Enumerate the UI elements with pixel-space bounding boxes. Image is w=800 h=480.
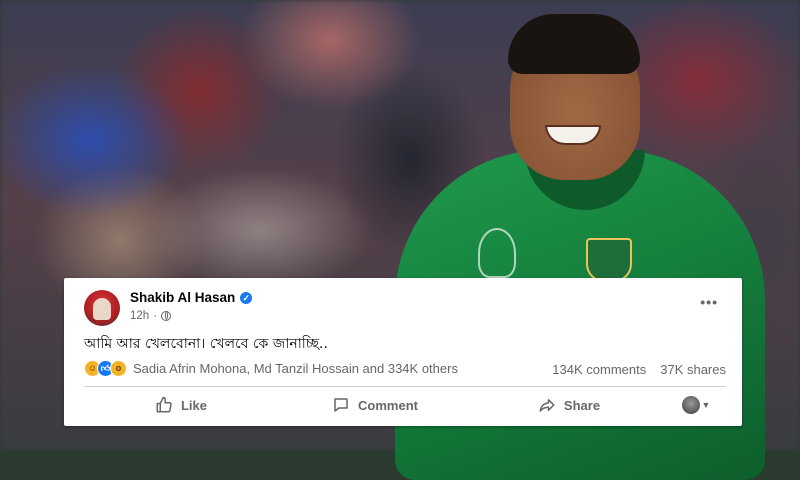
verified-badge-icon: ✓: [240, 291, 253, 304]
comment-button[interactable]: Comment: [278, 390, 472, 420]
wow-icon: o: [110, 360, 127, 377]
avatar-face: [93, 298, 111, 320]
share-button[interactable]: Share: [472, 390, 666, 420]
audience-avatar: [681, 396, 700, 414]
caret-down-icon: ▼: [701, 400, 711, 410]
post-header: Shakib Al Hasan ✓: [130, 290, 253, 305]
thumbs-up-icon: [156, 396, 172, 413]
reaction-summary[interactable]: ☺ 👍︎ o Sadia Afrin Mohona, Md Tanzil Hos…: [84, 360, 458, 377]
comment-label: Comment: [358, 397, 418, 413]
post-timestamp[interactable]: 12h: [130, 310, 149, 322]
share-icon: [539, 399, 555, 412]
reaction-names: Sadia Afrin Mohona, Md Tanzil Hossain an…: [133, 361, 458, 376]
player-hair: [508, 14, 640, 74]
shares-count[interactable]: 37K shares: [660, 362, 726, 377]
more-options-icon[interactable]: •••: [700, 294, 718, 310]
divider: [84, 386, 726, 387]
audience-selector[interactable]: ▼: [666, 390, 726, 420]
post-meta: 12h ·: [130, 310, 172, 322]
world-cup-logo: [478, 228, 516, 278]
like-label: Like: [180, 397, 207, 413]
post-actions: Like Comment Share ▼: [84, 390, 726, 420]
comments-count[interactable]: 134K comments: [552, 362, 646, 377]
globe-icon: [161, 311, 172, 321]
comment-icon: [334, 398, 348, 412]
team-crest: [586, 238, 632, 282]
like-button[interactable]: Like: [84, 390, 278, 420]
facebook-post-card: Shakib Al Hasan ✓ 12h · ••• আমি আর খেলবো…: [64, 278, 742, 426]
author-avatar[interactable]: [84, 290, 120, 326]
post-text: আমি আর খেলবোনা। খেলবে কে জানাচ্ছি..: [84, 336, 328, 352]
share-label: Share: [563, 397, 601, 413]
author-name[interactable]: Shakib Al Hasan: [130, 290, 235, 305]
engagement-counts: 134K comments 37K shares: [552, 362, 726, 377]
